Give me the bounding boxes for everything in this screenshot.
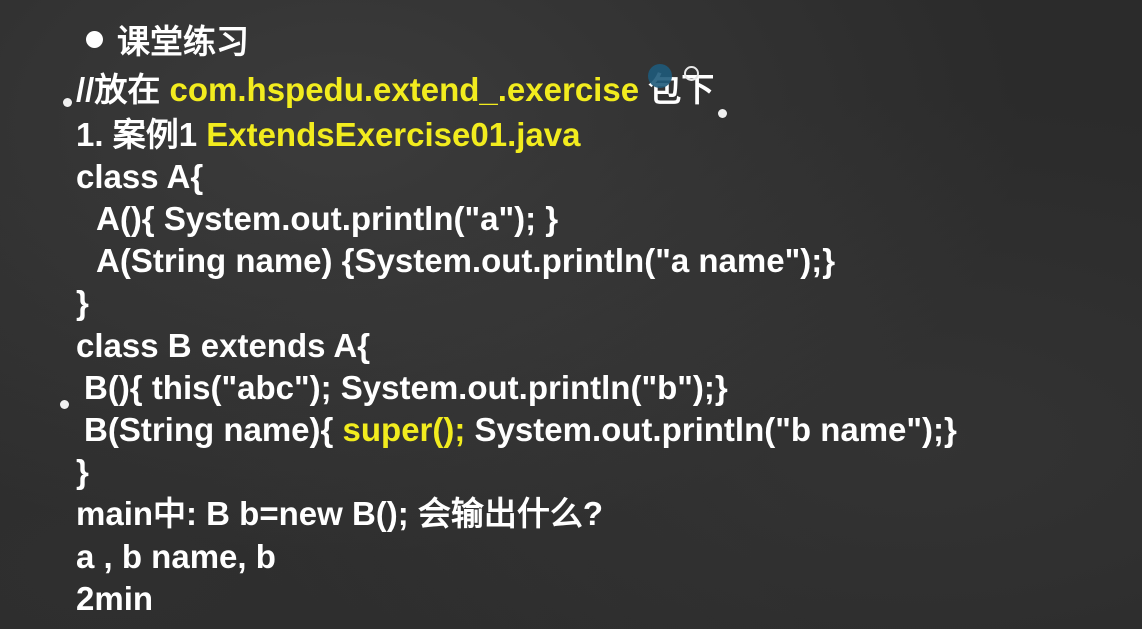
time-hint: 2min bbox=[76, 580, 154, 617]
code-a-constructor-name: A(String name) {System.out.println("a na… bbox=[96, 242, 836, 279]
bullet-icon bbox=[86, 31, 103, 48]
question-line: main中: B b=new B(); 会输出什么? bbox=[76, 495, 604, 532]
code-class-b-open: class B extends A{ bbox=[76, 327, 371, 364]
code-b-constructor-name: B(String name){ super(); System.out.prin… bbox=[84, 410, 957, 450]
package-name: com.hspedu.extend_.exercise bbox=[169, 71, 640, 108]
cursor-highlight-icon bbox=[648, 64, 672, 88]
code-class-a-close: } bbox=[76, 284, 89, 321]
package-comment: //放在 com.hspedu.extend_.exercise 包下 bbox=[76, 70, 714, 110]
slide-heading: 课堂练习 bbox=[86, 22, 249, 62]
code-class-b-close: } bbox=[76, 453, 89, 490]
cursor-ring-icon bbox=[684, 66, 699, 81]
case-label: 1. 案例1 bbox=[76, 116, 198, 153]
code-class-a-open: class A{ bbox=[76, 158, 204, 195]
comment-prefix: //放在 bbox=[76, 71, 161, 108]
pen-dot-icon bbox=[63, 98, 72, 107]
b-ctor-name-suffix: System.out.println("b name");} bbox=[474, 411, 957, 448]
heading-text: 课堂练习 bbox=[117, 23, 249, 60]
case-file-name: ExtendsExercise01.java bbox=[206, 116, 581, 153]
case-item: 1. 案例1 ExtendsExercise01.java bbox=[76, 115, 580, 155]
super-call: super(); bbox=[342, 411, 466, 448]
answer-line: a , b name, b bbox=[76, 538, 276, 575]
pen-dot-icon bbox=[60, 400, 69, 409]
code-a-constructor: A(){ System.out.println("a"); } bbox=[96, 200, 559, 237]
code-b-constructor: B(){ this("abc"); System.out.println("b"… bbox=[84, 369, 728, 406]
pen-dot-icon bbox=[718, 109, 727, 118]
b-ctor-name-prefix: B(String name){ bbox=[84, 411, 334, 448]
lecture-slide: 课堂练习 //放在 com.hspedu.extend_.exercise 包下… bbox=[0, 0, 1142, 629]
